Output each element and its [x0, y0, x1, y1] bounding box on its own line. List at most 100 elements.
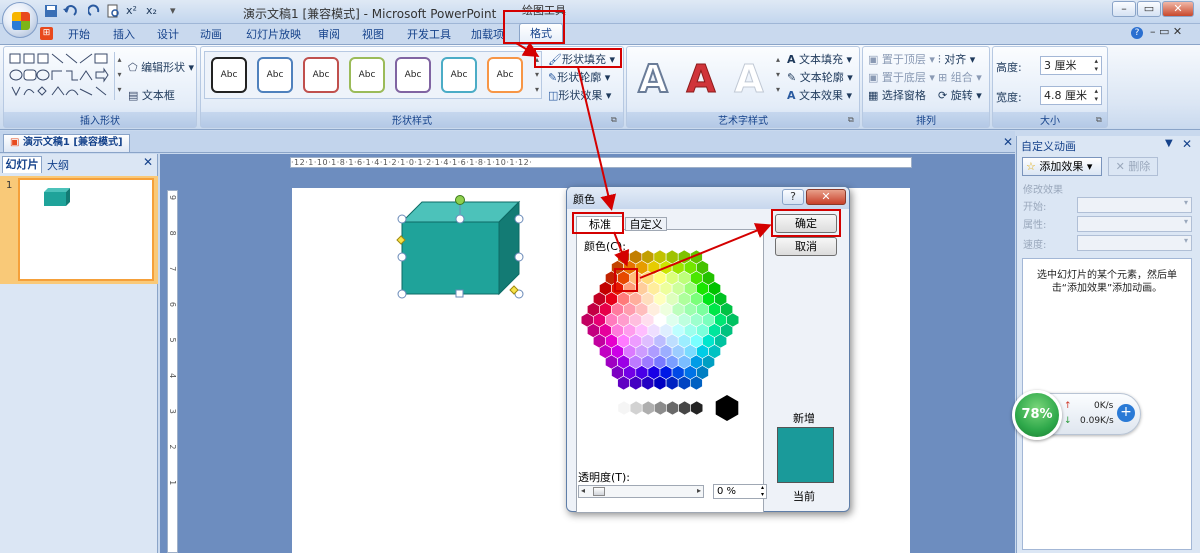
wordart-style-white[interactable]: A [728, 58, 770, 101]
text-fill-label: 文本填充 [799, 53, 844, 66]
pane-menu-icon[interactable]: ▼ [1165, 138, 1173, 149]
shape-style-3[interactable]: Abc [303, 57, 339, 93]
bring-to-front-button[interactable]: ▣ 置于顶层 ▾ [868, 51, 935, 67]
tab-design[interactable]: 设计 [157, 26, 179, 42]
speed-select[interactable]: ▾ [1077, 235, 1192, 251]
shape-outline-button[interactable]: ✎形状轮廓 ▾ [548, 69, 610, 85]
transparency-spin-icon[interactable]: ▴ ▾ [761, 484, 764, 498]
align-button[interactable]: ⫶ 对齐 ▾ [938, 51, 975, 67]
height-input[interactable]: 3 厘米 ▴ ▾ [1040, 56, 1102, 75]
window-title: 演示文稿1 [兼容模式] - Microsoft PowerPoint [243, 7, 497, 21]
vertical-ruler: 9 8 7 6 5 4 3 2 1 [167, 190, 178, 553]
transparency-input[interactable]: 0 % ▴ ▾ [713, 484, 767, 499]
height-value: 3 厘米 [1044, 59, 1077, 72]
shape-effects-button[interactable]: ◫形状效果 ▾ [548, 87, 611, 103]
tab-home[interactable]: 开始 [68, 26, 90, 42]
tab-developer[interactable]: 开发工具 [407, 26, 451, 42]
dialog-close-button[interactable]: ✕ [806, 189, 846, 205]
tab-insert[interactable]: 插入 [113, 26, 135, 42]
chevron-down-icon: ▾ [1183, 236, 1188, 245]
subscript-button[interactable]: x₂ [146, 4, 157, 20]
rotate-handle[interactable] [452, 194, 468, 214]
slider-thumb[interactable] [593, 487, 605, 496]
align-label: 对齐 [944, 53, 967, 66]
shapes-gallery-scroll[interactable]: ▴ ▾ ▾ [114, 52, 124, 100]
help-icon[interactable]: ? [1131, 27, 1143, 39]
add-effect-button[interactable]: ☆ 添加效果 ▾ [1022, 157, 1102, 176]
undo-icon[interactable] [62, 4, 82, 20]
shape-styles-launcher-icon[interactable]: ⧉ [611, 115, 617, 125]
selection-pane-button[interactable]: ▦ 选择窗格 [868, 87, 926, 103]
gray-cell [653, 400, 667, 416]
rotate-button[interactable]: ⟳ 旋转 ▾ [938, 87, 982, 103]
text-fill-button[interactable]: A 文本填充 ▾ [787, 51, 852, 67]
tab-review[interactable]: 审阅 [318, 26, 340, 42]
wordart-gallery-scroll[interactable]: ▴ ▾ ▾ [773, 52, 783, 98]
selection-pane-icon: ▦ [868, 89, 879, 102]
shape-style-7[interactable]: Abc [487, 57, 523, 93]
group-button[interactable]: ⊞ 组合 ▾ [938, 69, 982, 85]
transparency-value: 0 % [717, 486, 737, 497]
customize-qat-icon[interactable]: ▾ [170, 4, 176, 20]
ribbon-window-controls[interactable]: – ▭ ✕ [1150, 25, 1182, 38]
standard-tab-highlight [572, 212, 624, 234]
wordart-style-outline[interactable]: A [632, 57, 674, 101]
shape-effects-label: 形状效果 [558, 89, 603, 102]
redo-icon[interactable] [88, 4, 102, 20]
slider-left-icon[interactable]: ◂ [581, 486, 585, 495]
text-box-button[interactable]: ▤ 文本框 [128, 87, 175, 103]
close-pane-icon[interactable]: ✕ [143, 155, 153, 169]
pane-close-icon[interactable]: ✕ [1182, 137, 1192, 151]
tab-view[interactable]: 视图 [362, 26, 384, 42]
property-select[interactable]: ▾ [1077, 216, 1192, 232]
shape-style-6[interactable]: Abc [441, 57, 477, 93]
edit-shape-button[interactable]: ⬠ 编辑形状 ▾ [128, 59, 194, 75]
minimize-button[interactable]: – [1112, 1, 1136, 17]
tab-slides[interactable]: 幻灯片 [2, 156, 42, 173]
modify-effect-label: 修改效果 [1023, 185, 1063, 196]
shapes-gallery[interactable] [8, 51, 120, 101]
tab-outline[interactable]: 大纲 [47, 157, 69, 173]
document-tab[interactable]: ▣ 演示文稿1 [兼容模式] [3, 134, 130, 152]
new-color-swatch [777, 427, 834, 455]
print-preview-icon[interactable] [106, 4, 120, 20]
maximize-button[interactable]: ▭ [1137, 1, 1161, 17]
width-spin-icon[interactable]: ▴ ▾ [1094, 87, 1098, 103]
start-select[interactable]: ▾ [1077, 197, 1192, 213]
save-icon[interactable] [44, 4, 58, 20]
shape-style-4[interactable]: Abc [349, 57, 385, 93]
grayscale-hexagons[interactable] [612, 392, 752, 422]
slide-thumbnail[interactable] [18, 178, 154, 281]
height-spin-icon[interactable]: ▴ ▾ [1094, 57, 1098, 73]
office-button[interactable] [2, 2, 38, 38]
close-button[interactable]: ✕ [1162, 1, 1194, 17]
shape-style-2[interactable]: Abc [257, 57, 293, 93]
wordart-launcher-icon[interactable]: ⧉ [848, 115, 854, 125]
text-outline-button[interactable]: ✎ 文本轮廓 ▾ [787, 69, 853, 85]
shape-style-1[interactable]: Abc [211, 57, 247, 93]
wordart-style-red[interactable]: A [680, 58, 722, 101]
dialog-help-button[interactable]: ? [782, 189, 804, 205]
black-cell [715, 395, 739, 421]
title-bar [0, 0, 1200, 24]
tab-animation[interactable]: 动画 [200, 26, 222, 42]
superscript-button[interactable]: x² [126, 4, 137, 20]
shape-style-5[interactable]: Abc [395, 57, 431, 93]
close-doc-icon[interactable]: ✕ [1003, 135, 1013, 149]
width-input[interactable]: 4.8 厘米 ▴ ▾ [1040, 86, 1102, 105]
text-effects-label: 文本效果 [799, 89, 844, 102]
tab-custom[interactable]: 自定义 [625, 217, 667, 231]
delete-button[interactable]: ✕ 删除 [1108, 157, 1158, 176]
animation-hint: 选中幻灯片的某个元素，然后单击“添加效果”添加动画。 [1037, 270, 1177, 294]
send-to-back-button[interactable]: ▣ 置于底层 ▾ [868, 69, 935, 85]
text-effects-button[interactable]: A 文本效果 ▾ [787, 87, 852, 103]
shape-fill-button[interactable]: 🖌形状填充 ▾ [548, 51, 615, 67]
tab-slideshow[interactable]: 幻灯片放映 [246, 26, 301, 42]
transparency-slider[interactable]: ◂ ▸ [578, 485, 704, 498]
size-launcher-icon[interactable]: ⧉ [1096, 115, 1102, 125]
plus-icon[interactable]: + [1117, 404, 1135, 422]
cancel-button[interactable]: 取消 [775, 237, 837, 256]
tab-addins[interactable]: 加载项 [471, 26, 504, 42]
slider-right-icon[interactable]: ▸ [697, 486, 701, 495]
tab-highlight-box [503, 10, 565, 44]
